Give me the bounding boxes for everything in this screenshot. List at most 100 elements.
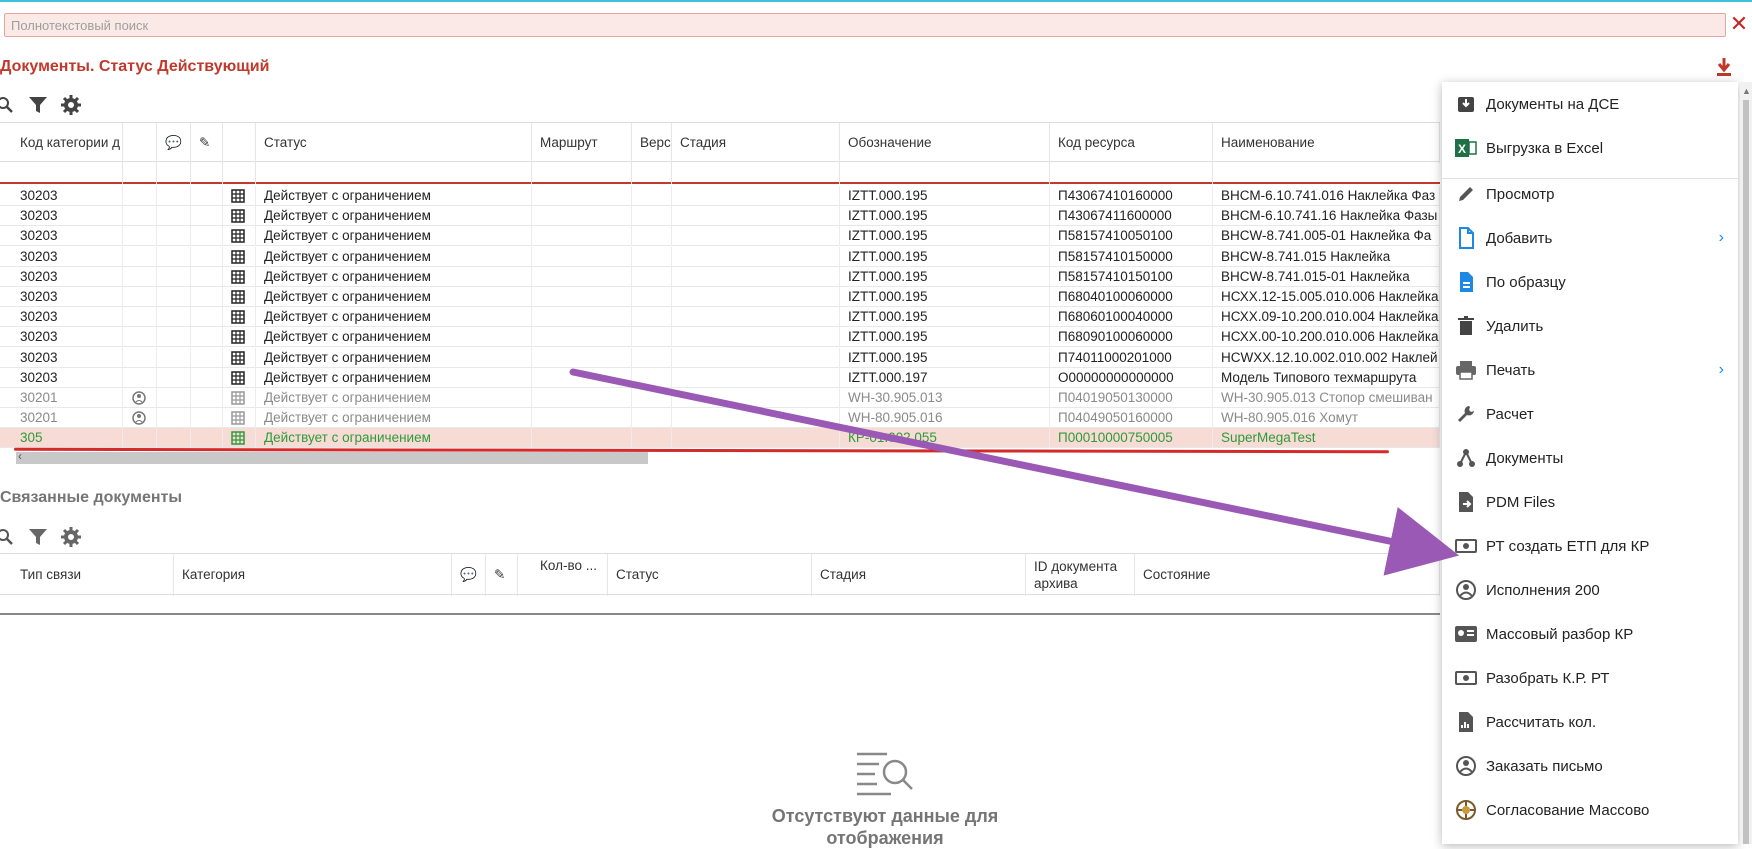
menu-item-8[interactable]: Документы (1442, 436, 1738, 480)
menu-item-label: По образцу (1486, 273, 1566, 291)
cell-designation: IZTT.000.195 (840, 266, 1050, 287)
scrollbar-thumb[interactable] (1743, 100, 1749, 844)
document-icon (1454, 270, 1478, 294)
col-edit[interactable]: ✎ (191, 123, 223, 163)
filter-icon[interactable] (28, 527, 48, 547)
table-row[interactable]: 30203 Действует с ограничением IZTT.000.19… (0, 206, 1440, 227)
col-resource-code[interactable]: Код ресурса (1050, 123, 1213, 163)
menu-item-16[interactable]: Согласование Массово (1442, 788, 1738, 832)
col-category[interactable]: Категория (174, 554, 452, 596)
cell-empty (157, 388, 191, 408)
table-row[interactable]: 305 Действует с ограничением КР-01.002.055… (0, 428, 1440, 449)
cell-status: Действует с ограничением (256, 206, 532, 227)
menu-item-2[interactable]: Просмотр (1442, 172, 1738, 216)
col-comment[interactable]: 💬 (452, 554, 486, 596)
menu-item-13[interactable]: Разобрать К.Р. РТ (1442, 656, 1738, 700)
scroll-up-arrow-icon[interactable]: ▲ (1742, 86, 1751, 96)
table-row[interactable]: 30201 Действует с ограничением WH-80.905.0… (0, 408, 1440, 429)
cell-resource: П68040100060000 (1050, 287, 1213, 307)
related-filter-row[interactable] (0, 595, 1440, 615)
col-status[interactable]: Статус (256, 123, 532, 163)
gear-icon[interactable] (60, 526, 82, 548)
menu-item-11[interactable]: Исполнения 200 (1442, 568, 1738, 612)
cell-designation: IZTT.000.195 (840, 287, 1050, 307)
menu-item-7[interactable]: Расчет (1442, 392, 1738, 436)
col-archive-id[interactable]: ID документа архива (1026, 554, 1135, 596)
col-link-type[interactable]: Тип связи (12, 554, 174, 596)
menu-item-3[interactable]: Добавить › (1442, 216, 1738, 260)
cell-name: НСХХ.00-10.200.010.006 Наклейка (1213, 327, 1440, 348)
grid-filter-row[interactable] (0, 162, 1440, 184)
col-stage[interactable]: Стадия (672, 123, 840, 163)
table-icon (223, 408, 256, 429)
menu-item-label: Согласование Массово (1486, 801, 1650, 819)
menu-item-0[interactable]: Документы на ДСЕ (1442, 82, 1738, 126)
menu-item-10[interactable]: РТ создать ЕТП для КР (1442, 524, 1738, 568)
col-version[interactable]: Верс (632, 123, 672, 163)
cell-code: 30203 (12, 287, 123, 307)
scroll-left-arrow-icon[interactable]: ‹ (18, 449, 22, 463)
col-designation[interactable]: Обозначение (840, 123, 1050, 163)
col-state[interactable]: Состояние (1135, 554, 1440, 596)
menu-item-12[interactable]: Массовый разбор КР (1442, 612, 1738, 656)
menu-item-15[interactable]: Заказать письмо (1442, 744, 1738, 788)
menu-item-4[interactable]: По образцу (1442, 260, 1738, 304)
col-name[interactable]: Наименование (1213, 123, 1440, 163)
menu-item-9[interactable]: PDM Files (1442, 480, 1738, 524)
empty-state: Отсутствуют данные для отображения (770, 750, 1000, 849)
cell-name: ВНСМ-6.10.741.16 Наклейка Фазы (1213, 206, 1440, 227)
col-route[interactable]: Маршрут (532, 123, 632, 163)
gear-icon[interactable] (60, 94, 82, 116)
table-row[interactable]: 30203 Действует с ограничением IZTT.000.19… (0, 307, 1440, 328)
cell-name: ВНСW-8.741.015 Наклейка (1213, 246, 1440, 267)
table-row[interactable]: 30203 Действует с ограничением IZTT.000.19… (0, 226, 1440, 247)
people-icon (1454, 754, 1478, 778)
col-blank-2[interactable] (223, 123, 256, 163)
filter-icon[interactable] (28, 95, 48, 115)
menu-item-1[interactable]: X Выгрузка в Excel (1442, 126, 1738, 170)
cell-empty (672, 388, 840, 408)
table-row[interactable]: 30203 Действует с ограничением IZTT.000.19… (0, 246, 1440, 267)
vertical-scrollbar[interactable]: ▲ (1740, 82, 1752, 844)
cell-designation: IZTT.000.195 (840, 347, 1050, 368)
table-row[interactable]: 30201 Действует с ограничением WH-30.905.0… (0, 388, 1440, 408)
menu-item-label: Рассчитать кол. (1486, 713, 1597, 731)
menu-item-14[interactable]: Рассчитать кол. (1442, 700, 1738, 744)
cell-name: ВНСМ-6.10.741.016 Наклейка Фаз (1213, 186, 1440, 206)
cell-empty (191, 266, 223, 287)
money-icon (1454, 534, 1478, 558)
table-row[interactable]: 30203 Действует с ограничением IZTT.000.19… (0, 266, 1440, 287)
col-edit[interactable]: ✎ (486, 554, 518, 596)
cell-resource: П04019050130000 (1050, 388, 1213, 408)
search-icon[interactable] (0, 96, 16, 114)
col-quantity[interactable]: Кол-во ... (518, 554, 608, 596)
cell-empty (157, 206, 191, 227)
cell-resource: П58157410150100 (1050, 266, 1213, 287)
fulltext-search-input[interactable]: Полнотекстовый поиск (4, 13, 1726, 37)
table-row[interactable]: 30203 Действует с ограничением IZTT.000.19… (0, 367, 1440, 388)
table-row[interactable]: 30203 Действует с ограничением IZTT.000.19… (0, 287, 1440, 307)
table-row[interactable]: 30203 Действует с ограничением IZTT.000.19… (0, 347, 1440, 368)
menu-item-5[interactable]: Удалить (1442, 304, 1738, 348)
menu-item-label: Документы на ДСЕ (1486, 95, 1620, 113)
related-toolbar (0, 522, 82, 552)
col-comment[interactable]: 💬 (157, 123, 191, 163)
cell-empty (632, 408, 672, 429)
cell-resource: П43067410160000 (1050, 186, 1213, 206)
table-row[interactable]: 30203 Действует с ограничением IZTT.000.19… (0, 186, 1440, 206)
close-icon[interactable]: ✕ (1728, 13, 1750, 36)
col-blank-1[interactable] (123, 123, 157, 163)
cell-empty (532, 367, 632, 388)
cell-empty (632, 327, 672, 348)
col-stage[interactable]: Стадия (812, 554, 1026, 596)
horizontal-scrollbar[interactable] (16, 452, 648, 464)
cell-name: ВНСW-8.741.005-01 Наклейка Фа (1213, 226, 1440, 247)
col-category-code[interactable]: Код категории д (12, 123, 123, 163)
download-icon[interactable] (1714, 56, 1734, 78)
col-status[interactable]: Статус (608, 554, 812, 596)
menu-item-label: Выгрузка в Excel (1486, 139, 1604, 157)
menu-item-6[interactable]: Печать › (1442, 348, 1738, 392)
search-icon[interactable] (0, 528, 16, 546)
table-row[interactable]: 30203 Действует с ограничением IZTT.000.19… (0, 327, 1440, 348)
cell-status: Действует с ограничением (256, 226, 532, 247)
